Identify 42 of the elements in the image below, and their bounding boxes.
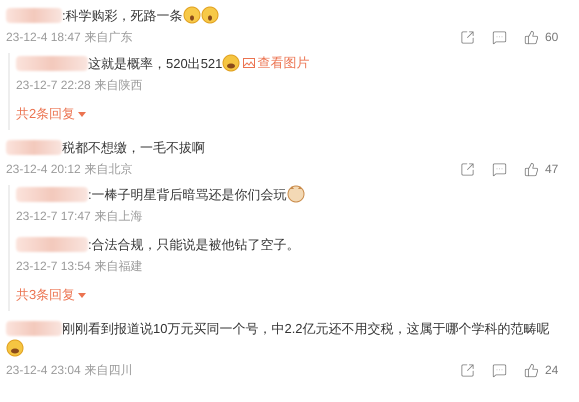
blurred-username [16, 237, 88, 252]
blurred-username [6, 140, 62, 155]
comment-location: 来自福建 [94, 258, 143, 275]
like-count: 60 [545, 29, 559, 46]
comment-icon[interactable] [492, 30, 507, 44]
caret-icon [78, 292, 86, 298]
comment-time: 23-12-7 13:54 [16, 258, 91, 275]
comment-icon[interactable] [492, 362, 507, 378]
view-image-link[interactable]: 查看图片 [243, 53, 310, 73]
share-icon[interactable] [460, 30, 475, 44]
comment-time: 23-12-4 20:12 [6, 161, 81, 178]
comment-location: 来自陕西 [94, 77, 143, 94]
comment-text: 税都不想缴，一毛不拔啊 [62, 140, 205, 155]
image-icon [243, 57, 256, 69]
more-replies-button[interactable]: 共2条回复 [16, 104, 86, 124]
comment-icon[interactable] [492, 162, 507, 176]
blurred-username [16, 187, 88, 202]
comment-location: 来自广东 [84, 29, 133, 46]
share-icon[interactable] [460, 162, 475, 176]
comment-time: 23-12-4 23:04 [6, 362, 81, 379]
like-icon[interactable] [524, 362, 539, 378]
comment-text: 刚刚看到报道说10万元买同一个号，中2.2亿元还不用交税，这属于哪个学科的范畴呢 [62, 321, 550, 336]
blurred-username [6, 321, 62, 336]
reply-text: 这就是概率，520出521 [88, 56, 222, 71]
like-icon[interactable] [524, 162, 539, 176]
blurred-username [16, 56, 88, 71]
blurred-username [6, 8, 62, 23]
share-icon[interactable] [460, 362, 475, 378]
like-icon[interactable] [524, 30, 539, 44]
more-replies-button[interactable]: 共3条回复 [16, 285, 86, 305]
comment-time: 23-12-4 18:47 [6, 29, 81, 46]
comment-location: 来自上海 [94, 208, 143, 225]
reply-text: :合法合规，只能说是被他钻了空子。 [88, 237, 300, 252]
caret-icon [78, 112, 86, 116]
comment-time: 23-12-7 17:47 [16, 208, 91, 225]
like-count: 24 [545, 362, 559, 379]
comment-location: 来自北京 [84, 161, 133, 178]
comment-text: :科学购彩，死路一条 [62, 8, 183, 23]
reply-text: :一棒子明星背后暗骂还是你们会玩 [88, 187, 287, 202]
like-count: 47 [545, 161, 559, 178]
comment-time: 23-12-7 22:28 [16, 77, 91, 94]
comment-location: 来自四川 [84, 362, 133, 379]
